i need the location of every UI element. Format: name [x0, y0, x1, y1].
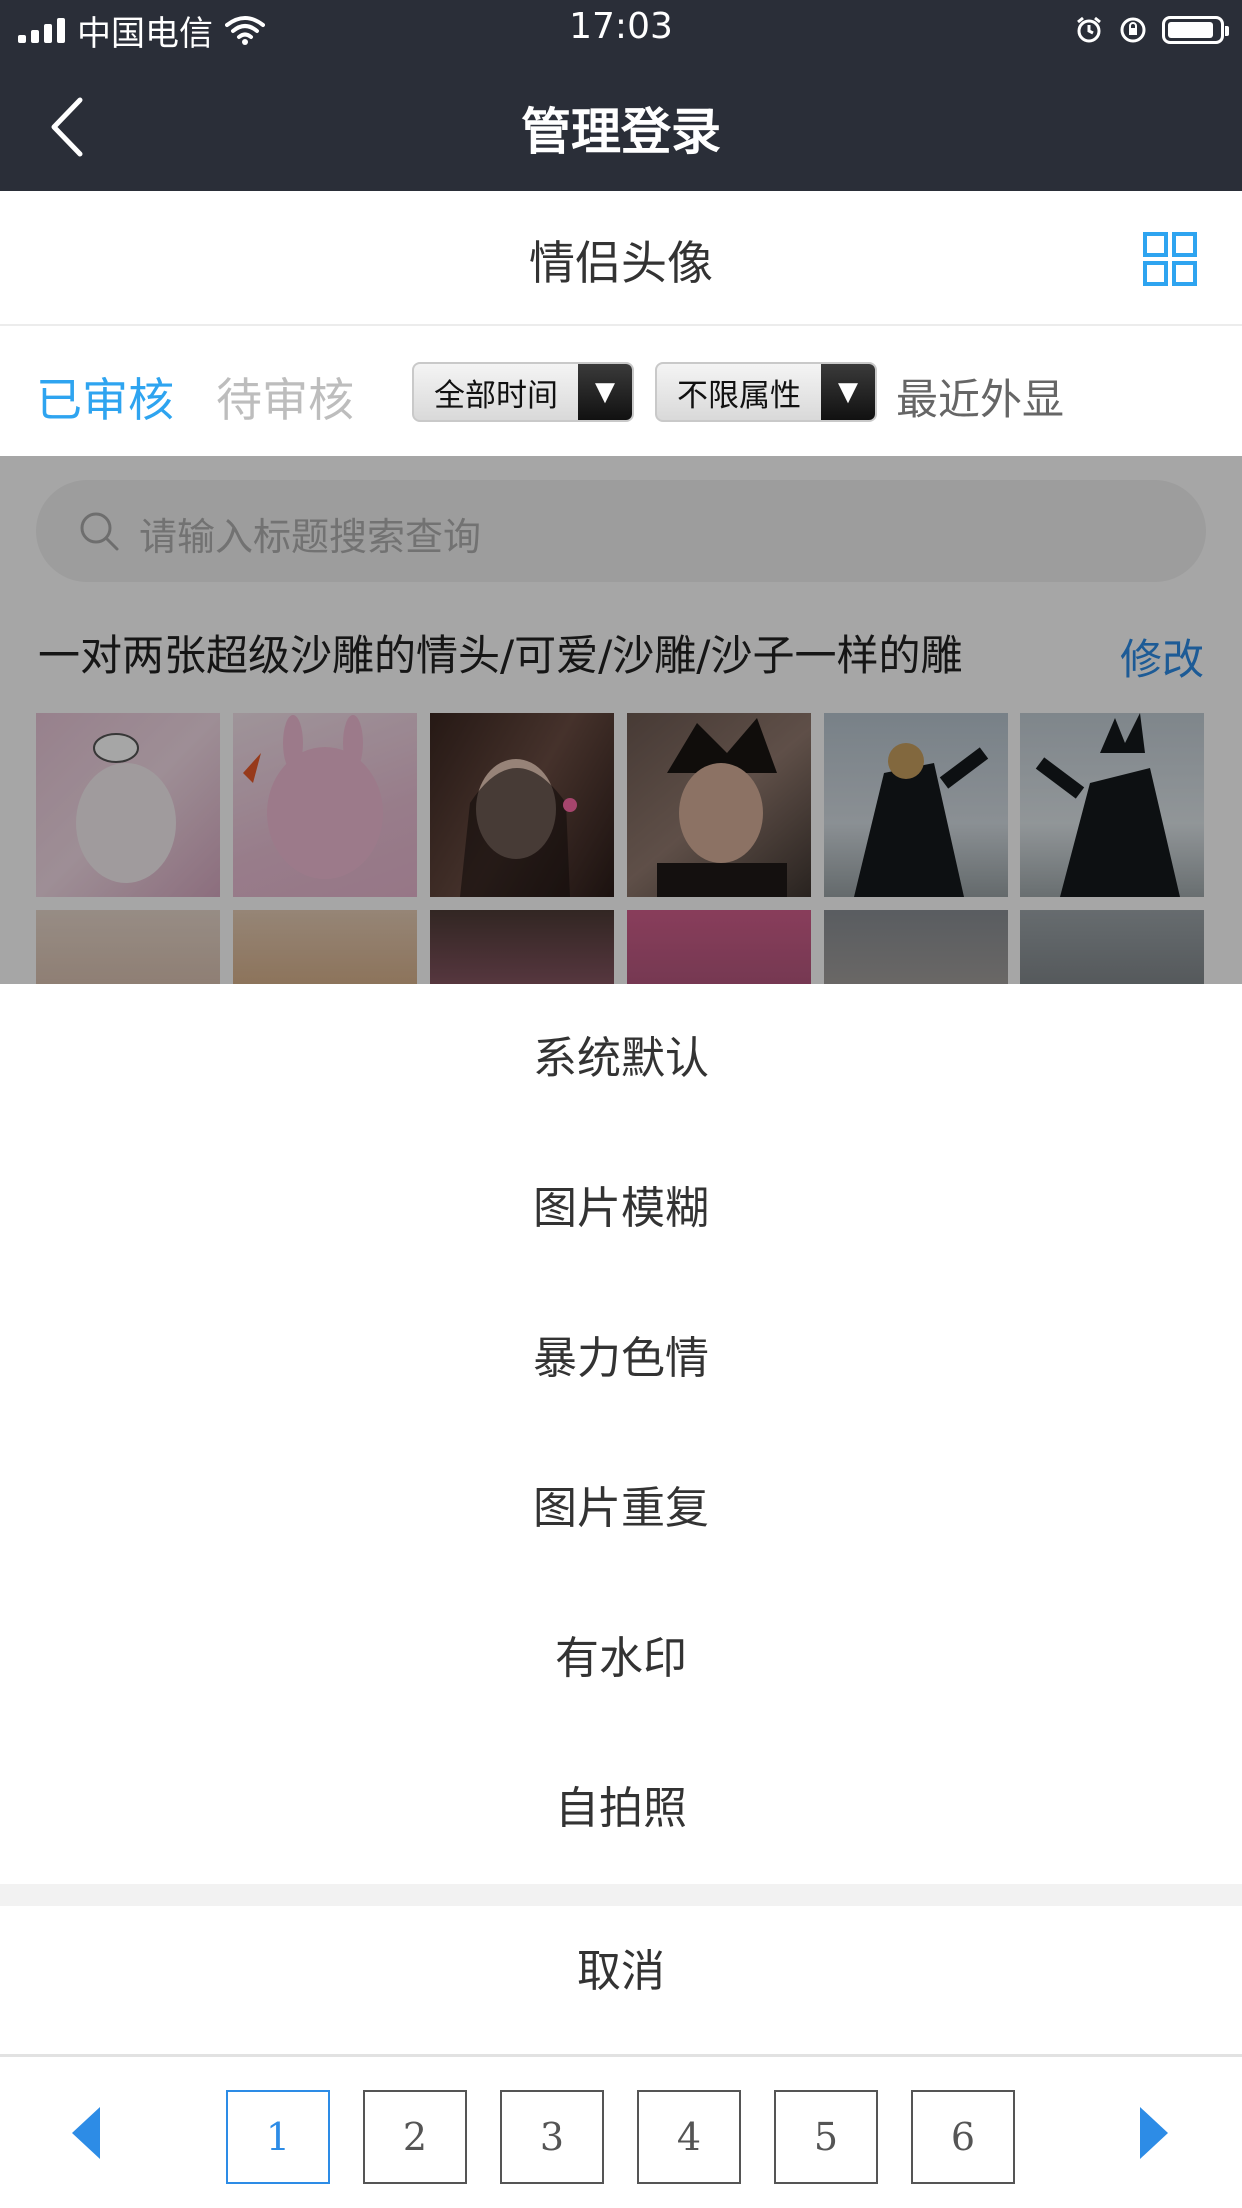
filter-row: 已审核 待审核 全部时间 ▼ 不限属性 ▼ 最近外显 — [0, 326, 1242, 456]
page-button-6[interactable]: 6 — [911, 2090, 1015, 2184]
sheet-option-duplicate[interactable]: 图片重复 — [0, 1434, 1242, 1584]
time-filter-label: 全部时间 — [434, 377, 558, 414]
page-button-2[interactable]: 2 — [363, 2090, 467, 2184]
page-header: 情侣头像 — [0, 191, 1242, 326]
sheet-option-system-default[interactable]: 系统默认 — [0, 984, 1242, 1134]
status-right — [1074, 10, 1229, 50]
action-sheet: 系统默认 图片模糊 暴力色情 图片重复 有水印 自拍照 取消 — [0, 984, 1242, 2058]
divider — [0, 2054, 1242, 2057]
sheet-option-watermark[interactable]: 有水印 — [0, 1584, 1242, 1734]
page-button-1[interactable]: 1 — [226, 2090, 330, 2184]
prev-arrow-icon[interactable] — [72, 2107, 100, 2159]
battery-icon — [1162, 16, 1229, 44]
attribute-filter-dropdown[interactable]: 不限属性 ▼ — [655, 362, 877, 422]
status-time: 17:03 — [569, 6, 673, 47]
sheet-cancel-button[interactable]: 取消 — [0, 1906, 1242, 2038]
sheet-separator — [0, 1884, 1242, 1906]
dim-overlay[interactable] — [0, 456, 1242, 984]
attribute-filter-label: 不限属性 — [677, 377, 801, 414]
next-arrow-icon[interactable] — [1140, 2107, 1168, 2159]
tab-pending[interactable]: 待审核 — [216, 364, 354, 430]
rotation-lock-icon — [1120, 17, 1146, 43]
dropdown-arrow-icon: ▼ — [578, 364, 632, 420]
top-bar: 中国电信 17:03 管理登录 — [0, 0, 1242, 191]
recent-display-filter[interactable]: 最近外显 — [896, 366, 1064, 427]
page-button-4[interactable]: 4 — [637, 2090, 741, 2184]
tab-approved[interactable]: 已审核 — [36, 364, 174, 430]
alarm-icon — [1077, 16, 1101, 43]
nav-title: 管理登录 — [521, 103, 721, 161]
pagination: 1 2 3 4 5 6 — [0, 2058, 1242, 2208]
page-button-5[interactable]: 5 — [774, 2090, 878, 2184]
page-title: 情侣头像 — [529, 236, 713, 290]
dropdown-arrow-icon: ▼ — [821, 364, 875, 420]
sheet-option-selfie[interactable]: 自拍照 — [0, 1734, 1242, 1884]
sheet-option-violent-explicit[interactable]: 暴力色情 — [0, 1284, 1242, 1434]
grid-view-icon[interactable] — [1142, 231, 1198, 287]
time-filter-dropdown[interactable]: 全部时间 ▼ — [412, 362, 634, 422]
page-button-3[interactable]: 3 — [500, 2090, 604, 2184]
sheet-option-blurry[interactable]: 图片模糊 — [0, 1134, 1242, 1284]
